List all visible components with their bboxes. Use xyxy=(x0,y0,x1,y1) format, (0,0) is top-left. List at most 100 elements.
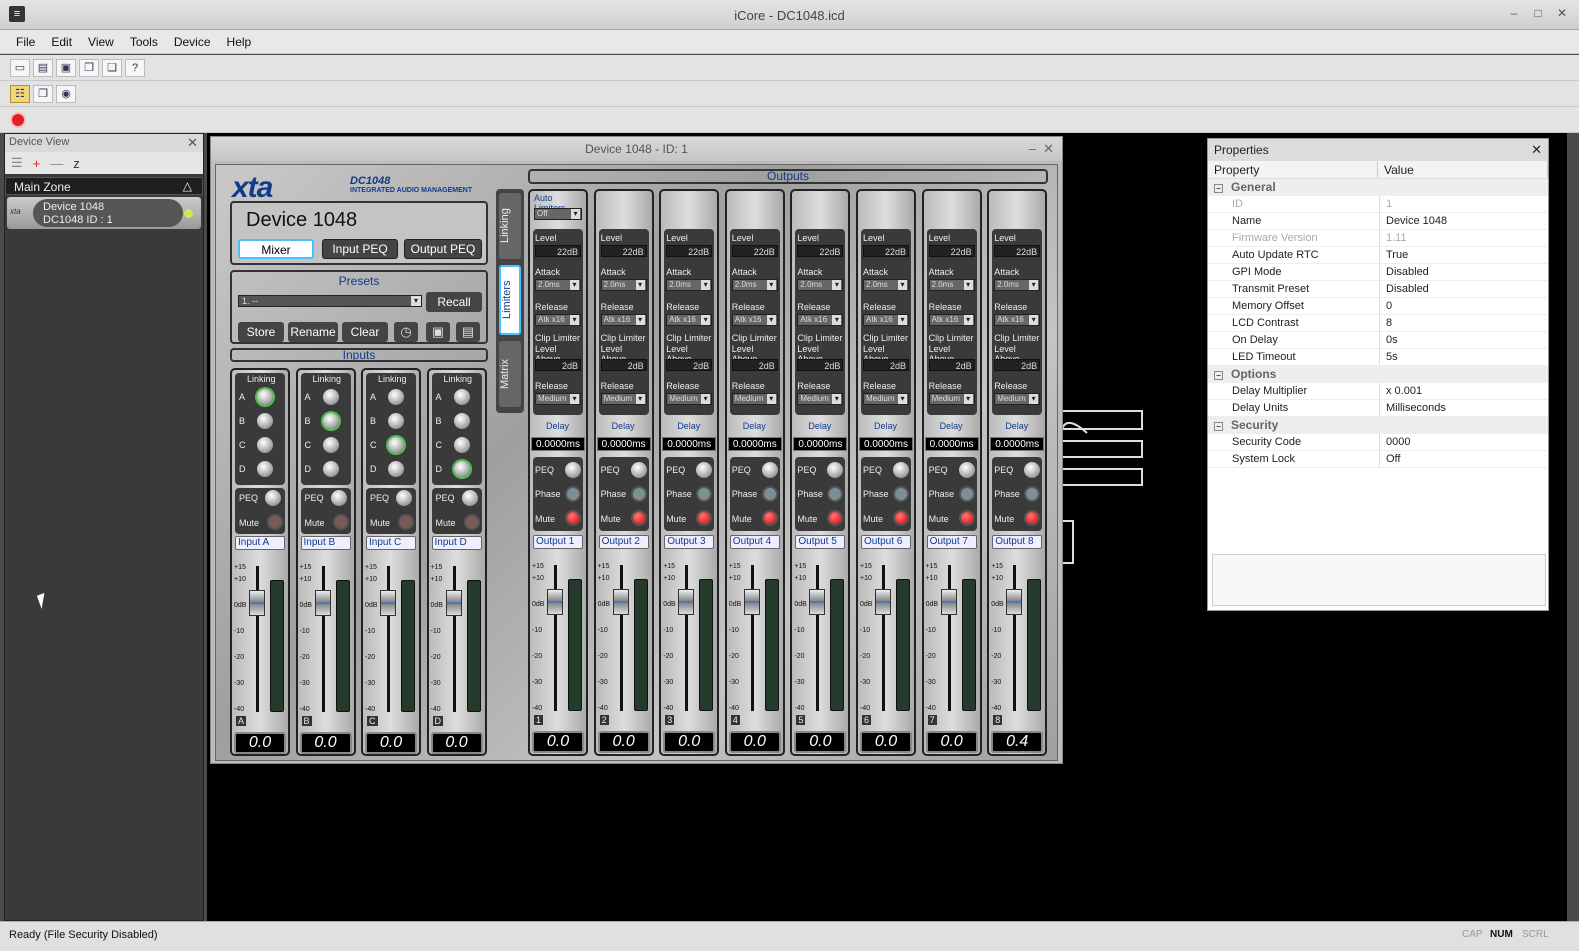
close-icon[interactable]: ✕ xyxy=(187,135,198,151)
property-value[interactable]: Milliseconds xyxy=(1380,400,1446,416)
property-value[interactable]: True xyxy=(1380,247,1408,263)
fader-handle[interactable] xyxy=(612,589,629,615)
link-knob[interactable] xyxy=(388,461,404,477)
peq-knob[interactable] xyxy=(461,490,478,506)
zone-header[interactable]: Main Zone △ xyxy=(5,177,203,195)
mute-button[interactable] xyxy=(696,510,713,526)
device-tree-icon[interactable]: ☷ xyxy=(10,84,30,103)
folder-icon[interactable]: ▤ xyxy=(456,322,480,342)
peq-knob[interactable] xyxy=(827,462,844,478)
tab-output-peq[interactable]: Output PEQ xyxy=(404,239,482,259)
level-value[interactable]: 22dB xyxy=(797,245,844,257)
windows-icon[interactable]: ❐ xyxy=(33,84,53,103)
column-header-value[interactable]: Value xyxy=(1378,161,1548,178)
property-row[interactable]: Auto Update RTC True xyxy=(1208,247,1548,264)
network-icon[interactable]: ◉ xyxy=(56,84,76,103)
peq-knob[interactable] xyxy=(893,462,909,478)
channel-name-input[interactable]: Output 8 xyxy=(992,535,1043,549)
release-select[interactable]: Atk x16 xyxy=(666,314,713,326)
phase-button[interactable] xyxy=(893,486,909,502)
level-value[interactable]: 22dB xyxy=(863,245,909,257)
attack-select[interactable]: 2.0ms xyxy=(797,279,844,291)
peq-knob[interactable] xyxy=(565,462,581,478)
mute-button[interactable] xyxy=(958,510,975,526)
mute-button[interactable] xyxy=(332,514,349,530)
store-button[interactable]: Store xyxy=(238,322,284,342)
menu-view[interactable]: View xyxy=(88,35,114,49)
link-knob[interactable] xyxy=(388,389,404,405)
release-select[interactable]: Atk x16 xyxy=(928,314,975,326)
record-icon[interactable] xyxy=(10,111,26,128)
property-row[interactable]: ID 1 xyxy=(1208,196,1548,213)
level-value[interactable]: 22dB xyxy=(928,245,975,257)
link-knob[interactable] xyxy=(257,389,273,405)
fader-handle[interactable] xyxy=(547,589,563,615)
clip-value[interactable]: 2dB xyxy=(666,359,713,371)
delay-value[interactable]: 0.0000ms xyxy=(793,437,848,451)
property-row[interactable]: System Lock Off xyxy=(1208,451,1548,468)
fader-handle[interactable] xyxy=(678,589,695,615)
mute-button[interactable] xyxy=(893,510,909,526)
fader-handle[interactable] xyxy=(1006,589,1023,615)
add-icon[interactable]: + xyxy=(33,156,41,171)
property-row[interactable]: GPI Mode Disabled xyxy=(1208,264,1548,281)
property-row[interactable]: Memory Offset 0 xyxy=(1208,298,1548,315)
attack-select[interactable]: 2.0ms xyxy=(666,279,713,291)
clip-value[interactable]: 2dB xyxy=(863,359,909,371)
phase-button[interactable] xyxy=(696,486,713,502)
release-mode-select[interactable]: Medium xyxy=(600,393,647,405)
collapse-icon[interactable]: − xyxy=(1214,422,1223,431)
channel-name-input[interactable]: Output 6 xyxy=(861,535,911,549)
property-row[interactable]: LCD Contrast 8 xyxy=(1208,315,1548,332)
property-group-options[interactable]: − Options xyxy=(1208,366,1548,383)
property-row[interactable]: Name Device 1048 xyxy=(1208,213,1548,230)
fader-handle[interactable] xyxy=(940,589,957,615)
link-knob[interactable] xyxy=(257,413,273,429)
channel-name-input[interactable]: Output 2 xyxy=(598,535,649,549)
delay-value[interactable]: 0.0000ms xyxy=(596,437,651,451)
menu-device[interactable]: Device xyxy=(174,35,211,49)
channel-name-input[interactable]: Output 4 xyxy=(729,535,780,549)
mute-button[interactable] xyxy=(827,510,844,526)
save-icon[interactable]: ▣ xyxy=(56,58,76,77)
release-mode-select[interactable]: Medium xyxy=(535,393,581,405)
release-mode-select[interactable]: Medium xyxy=(797,393,844,405)
channel-name-input[interactable]: Output 1 xyxy=(533,535,583,549)
property-row[interactable]: Firmware Version 1.11 xyxy=(1208,230,1548,247)
peq-knob[interactable] xyxy=(396,490,412,506)
tab-linking[interactable]: Linking xyxy=(499,193,521,259)
property-value[interactable]: Device 1048 xyxy=(1380,213,1447,229)
phase-button[interactable] xyxy=(565,486,581,502)
channel-name-input[interactable]: Input C xyxy=(366,536,416,550)
peq-knob[interactable] xyxy=(958,462,975,478)
clip-value[interactable]: 2dB xyxy=(797,359,844,371)
attack-select[interactable]: 2.0ms xyxy=(600,279,647,291)
menu-help[interactable]: Help xyxy=(227,35,252,49)
collapse-icon[interactable]: − xyxy=(1214,184,1223,193)
channel-name-input[interactable]: Output 3 xyxy=(664,535,715,549)
menu-tools[interactable]: Tools xyxy=(130,35,158,49)
link-knob[interactable] xyxy=(388,413,404,429)
mute-button[interactable] xyxy=(398,514,414,530)
fader-handle[interactable] xyxy=(743,589,760,615)
tab-input-peq[interactable]: Input PEQ xyxy=(322,239,398,259)
column-header-property[interactable]: Property xyxy=(1208,161,1378,178)
property-row[interactable]: Transmit Preset Disabled xyxy=(1208,281,1548,298)
copy-icon[interactable]: ❐ xyxy=(79,58,99,77)
link-knob[interactable] xyxy=(322,437,339,453)
save-icon[interactable]: ▣ xyxy=(426,322,450,342)
peq-knob[interactable] xyxy=(1024,462,1041,478)
property-value[interactable]: 0s xyxy=(1380,332,1398,348)
attack-select[interactable]: 2.0ms xyxy=(731,279,778,291)
clip-value[interactable]: 2dB xyxy=(731,359,778,371)
tab-mixer[interactable]: Mixer xyxy=(238,239,314,259)
property-value[interactable]: x 0.001 xyxy=(1380,383,1422,399)
link-knob[interactable] xyxy=(453,389,470,405)
close-button[interactable]: ✕ xyxy=(1555,6,1569,20)
link-knob[interactable] xyxy=(388,437,404,453)
level-value[interactable]: 22dB xyxy=(535,245,581,257)
release-mode-select[interactable]: Medium xyxy=(863,393,909,405)
open-folder-icon[interactable]: ▤ xyxy=(33,58,53,77)
link-knob[interactable] xyxy=(257,437,273,453)
mute-button[interactable] xyxy=(463,514,480,530)
